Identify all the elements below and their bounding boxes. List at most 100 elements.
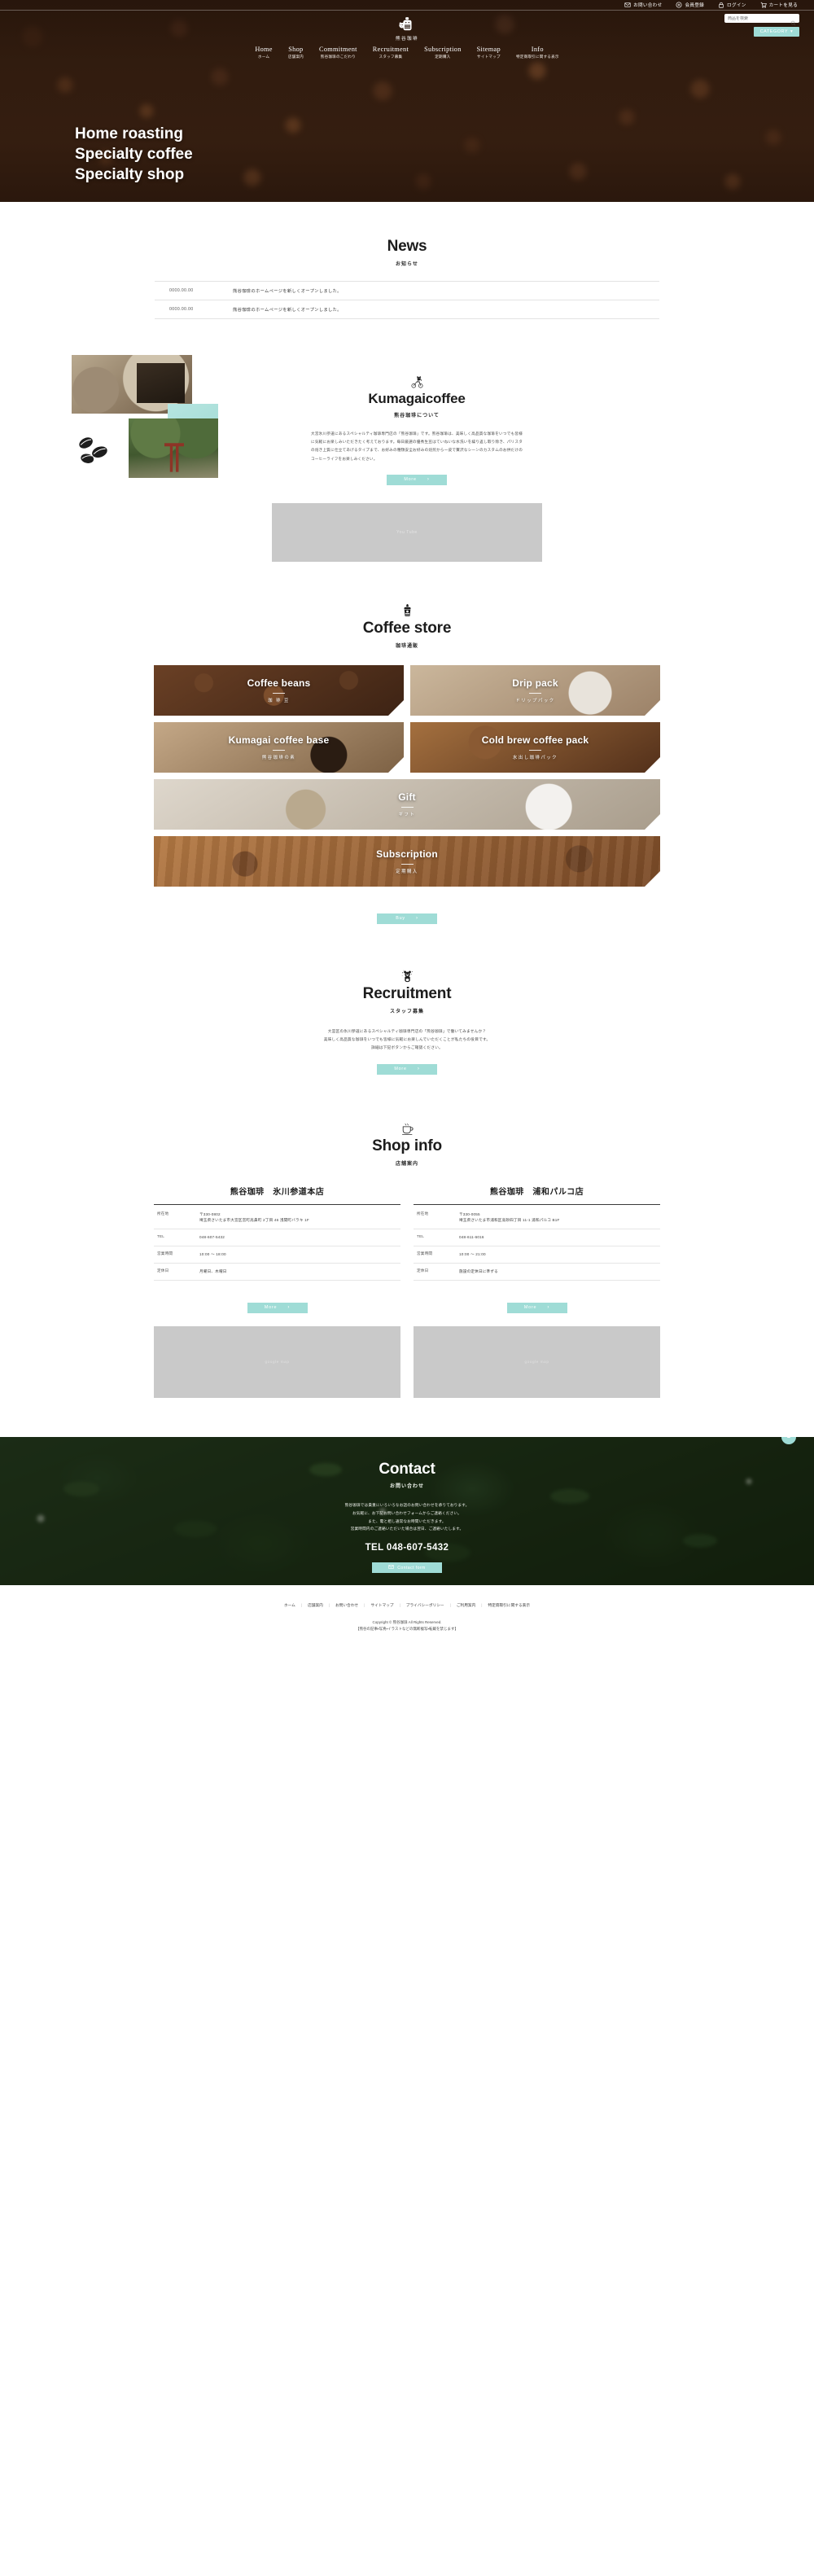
- chevron-up-icon: ▲: [786, 1436, 792, 1440]
- shop-more-label: More: [523, 1305, 537, 1311]
- nav-item-home[interactable]: Home ホーム: [255, 46, 272, 59]
- shop-card-honten: 熊谷珈琲 氷川参道本店 所在地 〒330-0802 埼玉県さいたま市大宮区宮町高…: [154, 1185, 400, 1313]
- table-row: 所在地 〒330-0802 埼玉県さいたま市大宮区宮町高鼻町 2丁目 46 浅間…: [154, 1206, 400, 1230]
- chevron-down-icon: ▾: [790, 29, 794, 34]
- arrow-right-icon: ›: [287, 1305, 291, 1311]
- recruitment-body-line-3: 詳細は下記ボタンからご確認ください。: [371, 1045, 443, 1050]
- hero-line-3: Specialty shop: [75, 166, 185, 184]
- nav-shop-en: Shop: [288, 46, 304, 53]
- news-item[interactable]: 0000.00.00 熊谷珈琲のホームページを新しくオープンしました。: [155, 300, 659, 319]
- shop-more-button[interactable]: More ›: [247, 1302, 308, 1313]
- store-card-subtitle: 珈 琲 豆: [268, 698, 290, 703]
- nav-info-en: Info: [531, 46, 544, 53]
- site-brand[interactable]: 熊谷珈琲: [0, 11, 814, 42]
- shop-address-zip: 〒330-0055: [459, 1211, 480, 1216]
- store-card-cold-brew[interactable]: Cold brew coffee pack 水出し珈琲パック: [410, 721, 660, 773]
- search-input[interactable]: [728, 15, 790, 21]
- utility-register[interactable]: 会員登録: [676, 2, 704, 8]
- store-card-gift[interactable]: Gift ギフト: [154, 778, 660, 830]
- shop-address: 〒330-0802 埼玉県さいたま市大宮区宮町高鼻町 2丁目 46 浅間町バラキ…: [196, 1206, 400, 1230]
- nav-subscription-jp: 定期購入: [435, 54, 451, 59]
- divider: [273, 749, 285, 751]
- nav-sitemap-en: Sitemap: [476, 46, 501, 53]
- footer-link-guide[interactable]: ご利用案内: [451, 1603, 481, 1608]
- nav-item-recruitment[interactable]: Recruitment スタッフ募集: [373, 46, 409, 59]
- news-item[interactable]: 0000.00.00 熊谷珈琲のホームページを新しくオープンしました。: [155, 280, 659, 300]
- news-item-date: 0000.00.00: [169, 306, 194, 312]
- footer-link-contact[interactable]: お問い合わせ: [330, 1603, 364, 1608]
- nav-item-info[interactable]: Info 特定商取引に関する表示: [516, 46, 559, 59]
- footer-link-info[interactable]: 特定商取引に関する表示: [482, 1603, 536, 1608]
- shop-address-line: 埼玉県さいたま市大宮区宮町高鼻町 2丁目 46 浅間町バラキ 1F: [199, 1218, 309, 1223]
- label-tel: TEL: [154, 1229, 196, 1246]
- lock-icon: [718, 2, 724, 8]
- footer-link-shop[interactable]: 店舗案内: [302, 1603, 329, 1608]
- recruitment-section: Recruitment スタッフ募集 大宮区の氷川参道にあるスペシャルティ珈琲専…: [0, 970, 814, 1075]
- store-buy-button[interactable]: Buy ›: [377, 913, 437, 924]
- about-photo-torii: [129, 418, 218, 478]
- search-icon[interactable]: [790, 15, 796, 26]
- nav-item-commitment[interactable]: Commitment 熊谷珈琲のこだわり: [319, 46, 357, 59]
- contact-section: ▲ Contact お問い合わせ 熊谷珈琲では貴重にいろいろなお話のお問い合わせ…: [0, 1436, 814, 1585]
- category-button[interactable]: CATEGORY ▾: [754, 27, 799, 37]
- utility-contact[interactable]: お問い合わせ: [624, 2, 662, 8]
- store-card-coffee-beans[interactable]: Coffee beans 珈 琲 豆: [154, 664, 404, 716]
- store-card-subscription[interactable]: Subscription 定期購入: [154, 835, 660, 887]
- nav-commitment-en: Commitment: [318, 46, 357, 53]
- nav-item-subscription[interactable]: Subscription 定期購入: [424, 46, 462, 59]
- shop-name: 熊谷珈琲 氷川参道本店: [154, 1185, 400, 1205]
- shop-address-line: 埼玉県さいたま市浦和区高砂四丁目 11-1 浦和パルコ B1F: [459, 1218, 560, 1223]
- arrow-right-icon: ›: [417, 1067, 420, 1072]
- mail-icon: [388, 1564, 394, 1571]
- google-map-honten[interactable]: google map: [154, 1325, 400, 1398]
- hero-headline: Home roasting Specialty coffee Specialty…: [75, 124, 193, 185]
- contact-form-button[interactable]: Contact form: [372, 1562, 442, 1574]
- contact-body-line-1: 熊谷珈琲では貴重にいろいろなお話のお問い合わせを承りております。: [344, 1503, 470, 1508]
- about-more-button[interactable]: More ›: [387, 474, 447, 485]
- shop-more-button[interactable]: More ›: [506, 1302, 567, 1313]
- store-card-title: Drip pack: [512, 677, 558, 689]
- store-card-drip-pack[interactable]: Drip pack ドリップパック: [410, 664, 660, 716]
- footer-link-sitemap[interactable]: サイトマップ: [365, 1603, 399, 1608]
- google-map-parco[interactable]: google map: [414, 1325, 660, 1398]
- news-section: News お知らせ 0000.00.00 熊谷珈琲のホームページを新しくオープン…: [0, 202, 814, 319]
- nav-home-en: Home: [255, 46, 273, 53]
- table-row: TEL 048-607-5432: [154, 1229, 400, 1246]
- footer-link-privacy[interactable]: プライバシーポリシー: [400, 1603, 450, 1608]
- shop-detail-table: 所在地 〒330-0055 埼玉県さいたま市浦和区高砂四丁目 11-1 浦和パル…: [414, 1206, 660, 1281]
- utility-cart[interactable]: カートを見る: [760, 2, 798, 8]
- store-card-subtitle: 熊谷珈琲の素: [261, 755, 296, 760]
- recruitment-subtitle: スタッフ募集: [389, 1009, 424, 1014]
- table-row: 定休日 施設の定休日に準ずる: [414, 1263, 660, 1281]
- recruitment-body: 大宮区の氷川参道にあるスペシャルティ珈琲専門店の「熊谷珈琲」で働いてみませんか？…: [0, 1027, 814, 1053]
- shop-closed: 施設の定休日に準ずる: [456, 1263, 660, 1281]
- nav-item-sitemap[interactable]: Sitemap サイトマップ: [477, 46, 501, 59]
- news-item-date: 0000.00.00: [169, 287, 194, 293]
- utility-login[interactable]: ログイン: [718, 2, 746, 8]
- store-card-subtitle: 水出し珈琲パック: [512, 755, 558, 760]
- main-navigation: Home ホーム Shop 店舗案内 Commitment 熊谷珈琲のこだわり …: [0, 46, 814, 59]
- search-box[interactable]: [724, 14, 799, 26]
- store-card-subtitle: 定期購入: [396, 869, 418, 874]
- nav-item-shop[interactable]: Shop 店舗案内: [288, 46, 304, 59]
- about-body-text: 大宮氷川参道にあるスペシャルティ珈琲専門店の「熊谷珈琲」です。熊谷珈琲は、美味し…: [311, 431, 523, 461]
- footer-link-home[interactable]: ホーム: [278, 1603, 301, 1608]
- contact-body-line-3: また、電と相し通常なお時間いただきます。: [368, 1518, 446, 1523]
- store-title: Coffee store: [362, 619, 452, 637]
- coffee-mill-icon: [400, 603, 414, 618]
- store-card-title: Coffee beans: [247, 677, 311, 689]
- nav-subscription-en: Subscription: [424, 46, 462, 53]
- recruitment-more-button[interactable]: More ›: [377, 1063, 437, 1075]
- recruitment-body-line-1: 大宮区の氷川参道にあるスペシャルティ珈琲専門店の「熊谷珈琲」で働いてみませんか？: [327, 1028, 487, 1033]
- table-row: 営業時間 10:00 ～ 21:00: [414, 1246, 660, 1264]
- youtube-video-placeholder[interactable]: You Tube: [272, 502, 542, 562]
- news-item-text: 熊谷珈琲のホームページを新しくオープンしました。: [233, 307, 342, 313]
- about-title: Kumagaicoffee: [368, 390, 466, 406]
- store-card-title: Kumagai coffee base: [228, 734, 330, 746]
- about-more-label: More: [404, 477, 417, 483]
- store-card-coffee-base[interactable]: Kumagai coffee base 熊谷珈琲の素: [154, 721, 404, 773]
- bear-sitting-icon: [400, 970, 414, 984]
- shop-info-title: Shop info: [372, 1137, 442, 1154]
- footer-copyright: Copyright © 熊谷珈琲 All Rights Reserved.: [372, 1619, 442, 1624]
- hero-banner: お問い合わせ 会員登録 ログイン カートを見る 熊谷珈琲 Home ホーム Sh…: [0, 0, 814, 202]
